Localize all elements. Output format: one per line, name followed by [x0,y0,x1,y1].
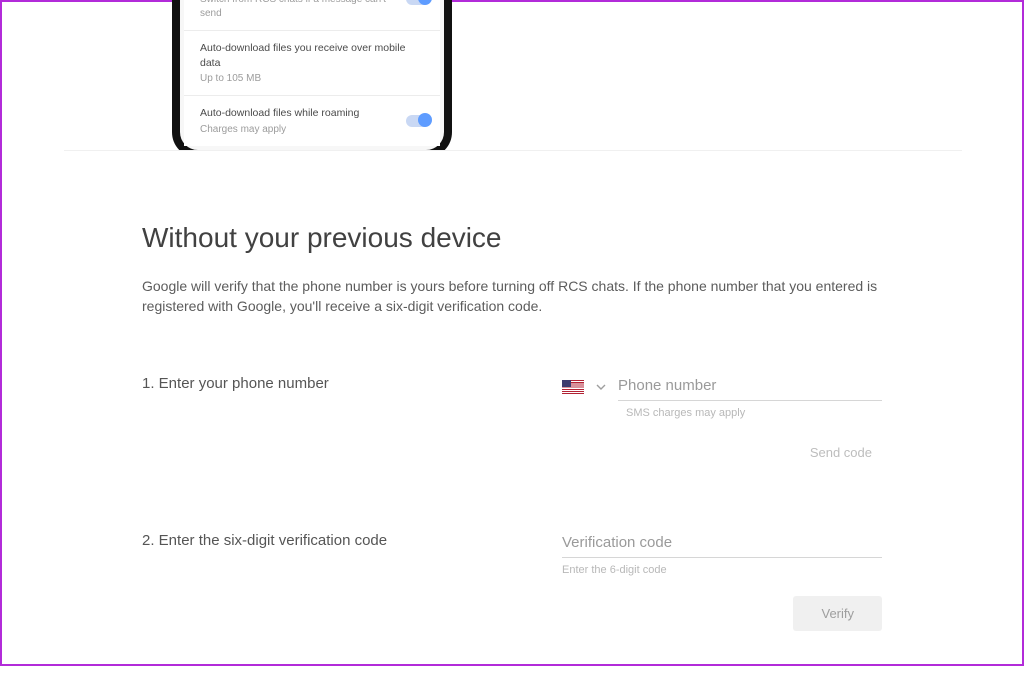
step-2: 2. Enter the six-digit verification code… [142,530,882,631]
verify-button[interactable]: Verify [793,596,882,631]
send-code-button[interactable]: Send code [806,439,876,466]
setting-title: Auto-download files you receive over mob… [200,41,426,69]
setting-title: Auto-download files while roaming [200,106,426,120]
step-1: 1. Enter your phone number SMS charges m… [142,373,882,466]
step-2-label: 2. Enter the six-digit verification code [142,530,562,549]
step-1-label: 1. Enter your phone number [142,373,562,392]
chevron-down-icon[interactable] [596,382,606,392]
phone-number-input[interactable] [618,373,882,401]
phone-frame: Automatically resend as text (SMS/MMS) S… [172,0,452,150]
setting-sub: Switch from RCS chats if a message can't… [200,0,400,20]
us-flag-icon[interactable] [562,380,584,394]
sms-charges-helper: SMS charges may apply [626,407,882,419]
setting-row-auto-download-mobile[interactable]: Auto-download files you receive over mob… [184,30,440,95]
section-title: Without your previous device [142,222,882,254]
section-divider [64,150,962,151]
phone-mockup: Automatically resend as text (SMS/MMS) S… [172,0,452,150]
verification-code-input[interactable] [562,530,882,558]
section-description: Google will verify that the phone number… [142,276,882,317]
setting-sub: Up to 105 MB [200,72,400,86]
setting-sub: Charges may apply [200,123,400,137]
setting-row-resend-sms[interactable]: Automatically resend as text (SMS/MMS) S… [184,0,440,30]
toggle-on[interactable] [406,0,430,5]
verification-helper: Enter the 6-digit code [562,564,882,576]
setting-row-auto-download-roaming[interactable]: Auto-download files while roaming Charge… [184,95,440,146]
toggle-on[interactable] [406,115,430,127]
